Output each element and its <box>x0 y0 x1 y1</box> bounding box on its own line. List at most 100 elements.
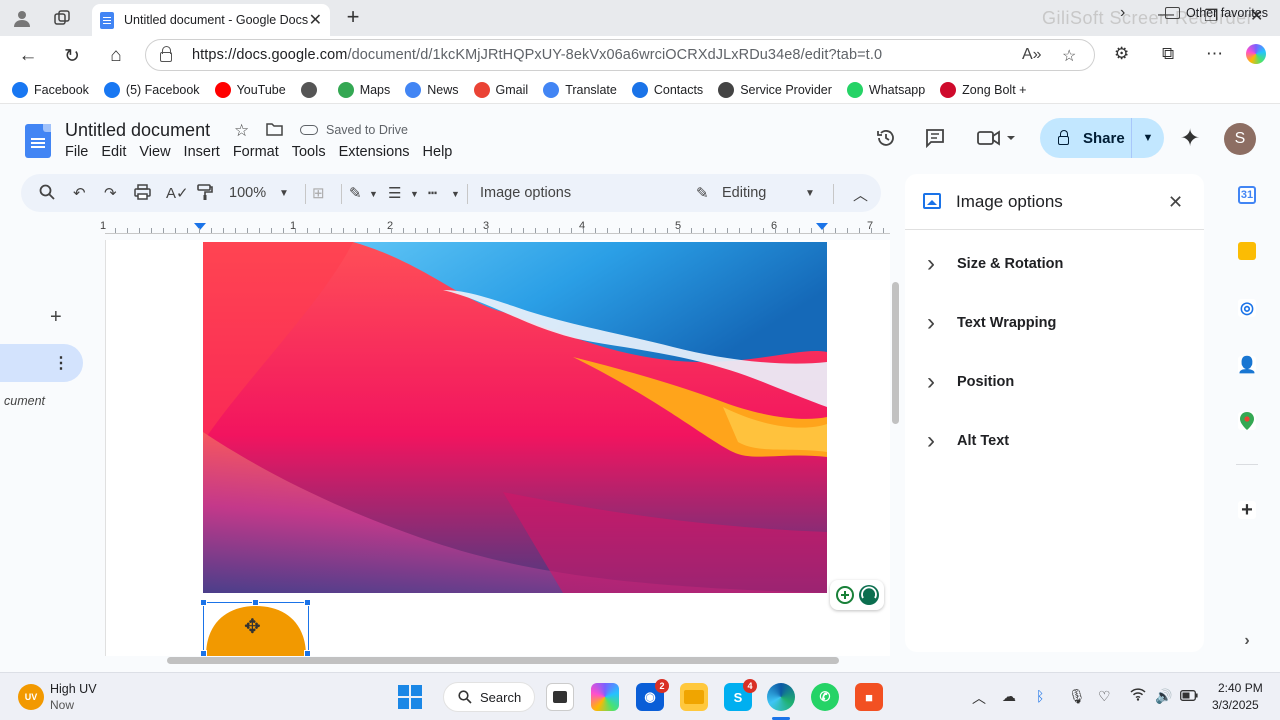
weather-subtitle[interactable]: Now <box>50 698 74 712</box>
new-tab-button[interactable]: + <box>340 4 366 30</box>
tab-google-docs[interactable]: Untitled document - Google Docs ✕ <box>92 4 330 36</box>
editing-mode-select[interactable]: Editing <box>722 185 766 201</box>
file-explorer-icon[interactable] <box>680 683 708 711</box>
onedrive-icon[interactable]: ☁ <box>1002 688 1016 705</box>
windows-start-icon[interactable] <box>398 685 422 709</box>
bookmark-item[interactable]: YouTube <box>214 81 286 98</box>
add-comment-icon[interactable]: ⊞ <box>312 184 325 202</box>
resize-handle[interactable] <box>252 599 259 606</box>
avatar[interactable]: S <box>1224 123 1256 155</box>
other-favorites[interactable]: Other favorites <box>1165 6 1268 20</box>
weather-icon[interactable]: UV <box>18 684 44 710</box>
zoom-select[interactable]: 100% <box>229 185 266 201</box>
menu-view[interactable]: View <box>139 144 170 160</box>
left-indent-marker[interactable] <box>194 223 206 230</box>
tasks-icon[interactable]: ◎ <box>1238 299 1256 317</box>
menu-format[interactable]: Format <box>233 144 279 160</box>
resize-handle[interactable] <box>200 599 207 606</box>
meet-video-icon[interactable] <box>977 128 1017 154</box>
panel-section-position[interactable]: › Position <box>905 362 1204 402</box>
ruler[interactable]: 11234567 <box>95 219 890 239</box>
menu-tools[interactable]: Tools <box>292 144 326 160</box>
edge-icon[interactable] <box>767 683 795 711</box>
refresh-icon[interactable]: ↻ <box>58 43 86 69</box>
extensions-icon[interactable]: ⚙ <box>1114 44 1129 64</box>
redo-icon[interactable]: ↷ <box>104 184 117 202</box>
expand-rail-icon[interactable]: › <box>1238 632 1256 650</box>
horizontal-scrollbar[interactable] <box>167 657 839 664</box>
contacts-rail-icon[interactable]: 👤 <box>1237 356 1257 374</box>
clock-time[interactable]: 2:40 PM <box>1218 681 1263 695</box>
border-color-dropdown-icon[interactable]: ▼ <box>369 189 378 199</box>
panel-section-size-rotation[interactable]: › Size & Rotation <box>905 244 1204 284</box>
border-dash-icon[interactable]: ┅ <box>428 184 437 202</box>
paint-format-icon[interactable] <box>197 184 213 205</box>
border-color-icon[interactable]: ✎ <box>349 184 362 202</box>
profile-icon[interactable] <box>8 6 36 30</box>
menu-extensions[interactable]: Extensions <box>339 144 410 160</box>
panel-section-alt-text[interactable]: › Alt Text <box>905 421 1204 461</box>
bookmark-item[interactable]: (5) Facebook <box>103 81 200 98</box>
add-tab-icon[interactable]: + <box>50 306 62 329</box>
image-options-button[interactable]: Image options <box>480 185 571 201</box>
battery-icon[interactable] <box>1180 688 1198 704</box>
address-bar[interactable]: https://docs.google.com/document/d/1kcKM… <box>145 39 1095 71</box>
panel-section-text-wrapping[interactable]: › Text Wrapping <box>905 303 1204 343</box>
recorder-app-icon[interactable]: ■ <box>855 683 883 711</box>
resize-handle[interactable] <box>304 599 311 606</box>
bookmark-item[interactable]: Service Provider <box>718 81 832 98</box>
health-icon[interactable]: ♡ <box>1098 688 1111 705</box>
wifi-icon[interactable] <box>1130 688 1146 704</box>
document-tab-selected[interactable] <box>0 344 83 382</box>
skype-icon[interactable]: S4 <box>724 679 757 711</box>
read-aloud-icon[interactable]: A» <box>1022 46 1042 64</box>
taskbar-search[interactable]: Search <box>443 682 535 712</box>
menu-edit[interactable]: Edit <box>101 144 126 160</box>
close-panel-icon[interactable]: ✕ <box>1168 192 1183 213</box>
back-icon[interactable]: ← <box>14 43 42 69</box>
weather-title[interactable]: High UV <box>50 682 97 696</box>
outline-tab-label[interactable]: cument <box>4 394 45 408</box>
show-hidden-icons[interactable]: ︿ <box>972 688 986 708</box>
save-status[interactable]: Saved to Drive <box>300 123 408 137</box>
copilot-taskbar-icon[interactable] <box>591 683 619 711</box>
close-tab-icon[interactable]: ✕ <box>309 10 322 30</box>
resize-handle[interactable] <box>304 650 311 656</box>
docs-logo-icon[interactable] <box>25 124 51 158</box>
document-canvas[interactable]: + ⋮ cument ✥ <box>0 240 895 656</box>
collections-icon[interactable]: ⧉ <box>1162 44 1174 64</box>
keep-icon[interactable] <box>1238 242 1256 260</box>
copilot-icon[interactable] <box>1246 44 1266 64</box>
gemini-icon[interactable]: ✦ <box>1180 124 1200 153</box>
resize-handle[interactable] <box>200 650 207 656</box>
inserted-image[interactable] <box>203 242 827 593</box>
more-menu-icon[interactable]: ⋯ <box>1206 44 1223 64</box>
favorite-star-icon[interactable]: ☆ <box>1062 46 1076 66</box>
vertical-scrollbar[interactable] <box>892 282 899 424</box>
editing-pencil-icon[interactable]: ✎ <box>696 184 709 202</box>
bookmarks-more-icon[interactable]: › <box>1120 4 1125 22</box>
workspaces-icon[interactable] <box>48 6 76 30</box>
zoom-dropdown-icon[interactable]: ▼ <box>279 188 289 199</box>
document-title[interactable]: Untitled document <box>65 120 210 141</box>
mode-dropdown-icon[interactable]: ▼ <box>805 188 815 199</box>
bookmark-item[interactable]: Facebook <box>12 81 89 98</box>
share-button[interactable]: Share ▼ <box>1040 118 1164 158</box>
menu-insert[interactable]: Insert <box>184 144 220 160</box>
browser-app-icon[interactable]: ◉ 2 <box>636 679 669 711</box>
task-view-icon[interactable] <box>546 683 574 711</box>
menu-help[interactable]: Help <box>423 144 453 160</box>
menu-file[interactable]: File <box>65 144 88 160</box>
search-menus-icon[interactable] <box>39 184 55 204</box>
spellcheck-icon[interactable]: A✓ <box>166 184 189 202</box>
bluetooth-icon[interactable]: ᛒ <box>1036 688 1044 704</box>
undo-icon[interactable]: ↶ <box>73 184 86 202</box>
bookmark-item[interactable]: Maps <box>337 81 390 98</box>
volume-icon[interactable]: 🔊 <box>1155 688 1172 705</box>
home-icon[interactable]: ⌂ <box>102 43 130 69</box>
collapse-menus-icon[interactable]: ︿ <box>853 184 868 205</box>
bookmark-item[interactable]: Gmail <box>473 81 528 98</box>
bookmark-item[interactable]: Translate <box>543 81 617 98</box>
comments-icon[interactable] <box>925 128 945 154</box>
right-indent-marker[interactable] <box>816 223 828 230</box>
